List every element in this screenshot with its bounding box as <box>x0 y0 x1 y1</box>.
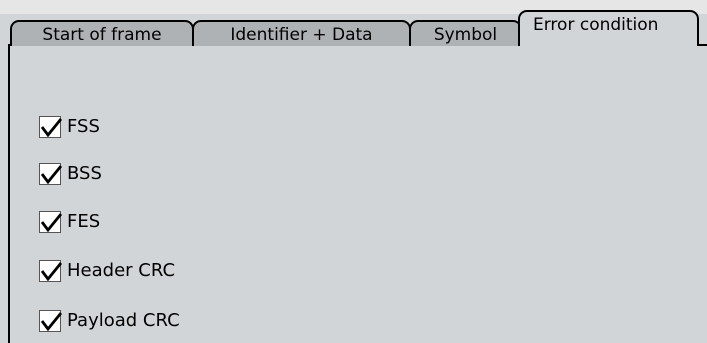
checkbox-bss[interactable]: BSS <box>39 161 102 187</box>
check-icon <box>40 165 62 185</box>
check-icon <box>40 118 62 138</box>
checkbox-fss[interactable]: FSS <box>39 114 100 140</box>
tab-label: Start of frame <box>42 24 162 45</box>
checkbox-payload-crc[interactable]: Payload CRC <box>39 308 180 334</box>
check-icon <box>40 213 62 233</box>
checkbox-box[interactable] <box>39 211 62 233</box>
checkbox-box[interactable] <box>39 310 62 332</box>
checkbox-fes[interactable]: FES <box>39 209 100 235</box>
checkbox-header-crc[interactable]: Header CRC <box>39 258 175 284</box>
panel-border <box>8 44 10 343</box>
check-icon <box>40 312 62 332</box>
checkbox-box[interactable] <box>39 163 62 185</box>
tab-start-of-frame[interactable]: Start of frame <box>10 20 194 46</box>
tab-label: Error condition <box>533 14 659 35</box>
tab-error-condition[interactable]: Error condition <box>518 10 699 46</box>
tab-label: Identifier + Data <box>230 24 373 45</box>
checkbox-box[interactable] <box>39 116 62 138</box>
tab-label: Symbol <box>433 24 498 45</box>
tab-identifier-data[interactable]: Identifier + Data <box>192 20 411 46</box>
tab-symbol[interactable]: Symbol <box>409 20 522 46</box>
checkbox-label: BSS <box>67 163 102 184</box>
checkbox-label: Payload CRC <box>67 310 180 331</box>
checkbox-box[interactable] <box>39 260 62 282</box>
checkbox-label: FES <box>67 211 101 232</box>
checkbox-label: Header CRC <box>67 260 176 281</box>
checkbox-label: FSS <box>67 116 100 137</box>
check-icon <box>40 262 62 282</box>
